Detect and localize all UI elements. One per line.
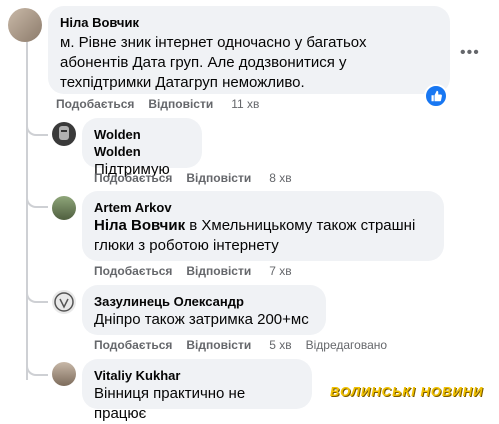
reply-button[interactable]: Відповісти [148,97,213,111]
comment-author[interactable]: Artem Arkov [94,199,432,216]
comment-author[interactable]: Vitaliy Kukhar [94,367,300,384]
comment-author[interactable]: Ніла Вовчик [60,14,438,31]
avatar[interactable] [52,362,76,386]
edited-label[interactable]: Відредаговано [306,338,387,352]
thread-branch [26,118,48,136]
comment-author[interactable]: Wolden Wolden [94,126,190,160]
mention-link[interactable]: Ніла Вовчик [94,217,185,234]
comment-actions: Подобається Відповісти 11 хв [56,97,259,111]
watermark-logo: ВОЛИНСЬКІ НОВИНИ [330,384,484,399]
avatar[interactable] [52,196,76,220]
comment-bubble: Ніла Вовчик м. Рівне зник інтернет одноч… [48,6,450,94]
comment-bubble: Wolden Wolden Підтримую [82,118,202,178]
comment-text: Дніпро також затримка 200+мс [94,311,309,328]
like-button[interactable]: Подобається [56,97,134,111]
comment-time[interactable]: 8 хв [269,171,291,185]
thread-branch [26,358,48,376]
like-button[interactable]: Подобається [94,171,172,185]
comment-actions: Подобається Відповісти 8 хв [94,171,292,185]
comment-bubble: Vitaliy Kukhar Вінниця практично не прац… [82,359,312,422]
comment-time[interactable]: 5 хв [269,338,291,352]
thread-line [26,40,28,380]
crest-avatar-icon [54,292,74,312]
reply-button[interactable]: Відповісти [186,171,251,185]
comment-bubble: Зазулинець Олександр Дніпро також затрим… [82,285,326,335]
reply-button[interactable]: Відповісти [186,338,251,352]
more-options-icon[interactable]: ••• [460,44,480,62]
thread-branch [26,285,48,303]
comment-text: Вінниця практично не працює [94,385,246,422]
like-reaction-icon[interactable] [424,84,448,108]
thread-branch [26,190,48,208]
comment-time[interactable]: 11 хв [231,97,259,111]
comment-actions: Подобається Відповісти 7 хв [94,264,292,278]
avatar[interactable] [8,8,42,42]
reply-button[interactable]: Відповісти [186,264,251,278]
comment-text: Ніла Вовчик в Хмельницькому також страшн… [94,216,432,256]
comment-actions: Подобається Відповісти 5 хв Відредагован… [94,338,387,352]
like-button[interactable]: Подобається [94,264,172,278]
comment-text-line2: глюки з роботою інтернету [94,237,279,254]
comment-bubble: Artem Arkov Ніла Вовчик в Хмельницькому … [82,191,444,261]
comment-text-line1: в Хмельницькому також страшні [185,217,416,234]
knight-avatar-icon [59,126,69,140]
avatar[interactable] [52,290,76,314]
avatar[interactable] [52,122,76,146]
like-button[interactable]: Подобається [94,338,172,352]
comment-author[interactable]: Зазулинець Олександр [94,293,314,310]
comment-time[interactable]: 7 хв [269,264,291,278]
comment-text: м. Рівне зник інтернет одночасно у багат… [60,34,367,91]
